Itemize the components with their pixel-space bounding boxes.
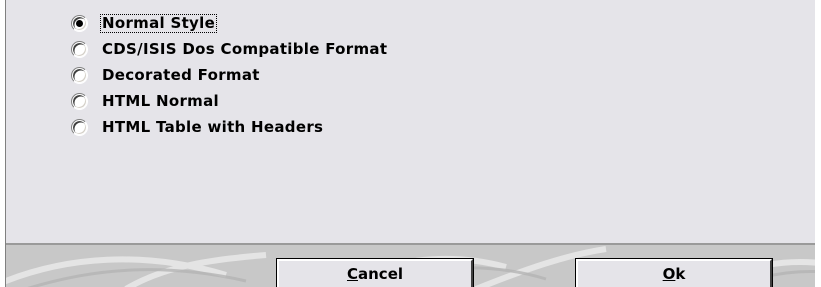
cancel-button[interactable]: Cancel [276,258,474,287]
option-html-normal[interactable]: HTML Normal [71,88,388,114]
ok-mnemonic: O [662,265,676,283]
cancel-label-rest: ancel [358,265,404,283]
option-normal-style[interactable]: Normal Style [71,10,388,36]
output-format-dialog: Normal Style CDS/ISIS Dos Compatible For… [5,0,816,287]
ok-label-rest: k [675,265,686,283]
format-radio-group: Normal Style CDS/ISIS Dos Compatible For… [71,10,388,140]
radio-decorated-format[interactable] [71,66,88,84]
label-cds-isis-dos-format[interactable]: CDS/ISIS Dos Compatible Format [101,40,388,58]
label-html-normal[interactable]: HTML Normal [101,92,220,110]
button-bar: Cancel Ok [6,243,815,287]
ok-button[interactable]: Ok [575,258,773,287]
radio-html-table-headers[interactable] [71,118,88,136]
option-decorated-format[interactable]: Decorated Format [71,62,388,88]
radio-selected-dot [76,19,83,27]
radio-html-normal[interactable] [71,92,88,110]
label-html-table-headers[interactable]: HTML Table with Headers [101,118,324,136]
label-normal-style[interactable]: Normal Style [99,13,218,33]
radio-normal-style[interactable] [71,14,88,32]
label-decorated-format[interactable]: Decorated Format [101,66,261,84]
option-cds-isis-dos-format[interactable]: CDS/ISIS Dos Compatible Format [71,36,388,62]
option-html-table-headers[interactable]: HTML Table with Headers [71,114,388,140]
radio-cds-isis-dos-format[interactable] [71,40,88,58]
cancel-mnemonic: C [346,265,358,283]
